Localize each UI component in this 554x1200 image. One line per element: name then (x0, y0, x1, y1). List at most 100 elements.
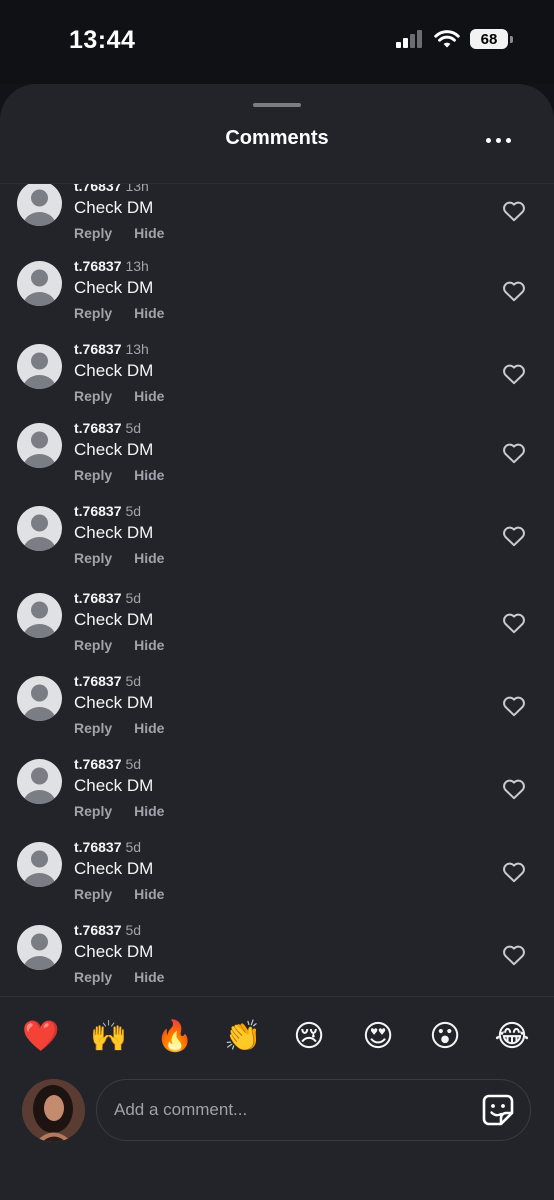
hide-button[interactable]: Hide (134, 467, 164, 483)
default-avatar-icon[interactable] (17, 925, 62, 970)
reply-button[interactable]: Reply (74, 388, 112, 404)
hide-button[interactable]: Hide (134, 969, 164, 985)
comment-username[interactable]: t.76837 (74, 673, 121, 689)
default-avatar-icon[interactable] (17, 593, 62, 638)
hide-button[interactable]: Hide (134, 720, 164, 736)
comment-username[interactable]: t.76837 (74, 590, 121, 606)
comment-meta: t.76837 5d (74, 503, 141, 519)
comment-text: Check DM (74, 278, 154, 297)
default-avatar-icon[interactable] (17, 676, 62, 721)
reply-button[interactable]: Reply (74, 225, 112, 241)
comment-timestamp: 13h (125, 258, 149, 274)
default-avatar-icon[interactable] (17, 759, 62, 804)
reply-button[interactable]: Reply (74, 886, 112, 902)
my-profile-avatar (22, 1079, 85, 1142)
sticker-icon[interactable] (481, 1093, 515, 1127)
heart-outline-icon[interactable] (502, 363, 526, 385)
heart-outline-icon[interactable] (502, 525, 526, 547)
comment-actions: Reply Hide (74, 467, 164, 483)
quick-reaction-emoji[interactable]: 👏 (221, 1015, 265, 1059)
quick-reaction-emoji[interactable]: 😍 (356, 1015, 400, 1059)
reply-button[interactable]: Reply (74, 550, 112, 566)
comment-username[interactable]: t.76837 (74, 922, 121, 938)
wifi-icon (434, 29, 460, 47)
comment-row[interactable]: t.76837 13h Check DM Reply Hide (0, 184, 554, 261)
comment-actions: Reply Hide (74, 550, 164, 566)
heart-outline-icon[interactable] (502, 695, 526, 717)
comment-text: Check DM (74, 693, 154, 712)
comment-username[interactable]: t.76837 (74, 503, 121, 519)
quick-reaction-emoji[interactable]: 😮 (423, 1015, 467, 1059)
reply-button[interactable]: Reply (74, 637, 112, 653)
quick-reaction-emoji[interactable]: 😢 (287, 1015, 331, 1059)
comment-row[interactable]: t.76837 5d Check DM Reply Hide (0, 839, 554, 922)
comment-row[interactable]: t.76837 5d Check DM Reply Hide (0, 756, 554, 839)
hide-button[interactable]: Hide (134, 886, 164, 902)
quick-reaction-emoji[interactable]: 🔥 (153, 1015, 197, 1059)
comment-row[interactable]: t.76837 5d Check DM Reply Hide (0, 503, 554, 586)
comment-row[interactable]: t.76837 5d Check DM Reply Hide (0, 673, 554, 756)
comment-actions: Reply Hide (74, 886, 164, 902)
more-dot (505, 137, 511, 143)
comment-input-wrapper (96, 1079, 531, 1141)
quick-reaction-emoji[interactable]: 🙌 (87, 1015, 131, 1059)
reply-button[interactable]: Reply (74, 305, 112, 321)
comment-actions: Reply Hide (74, 305, 164, 321)
comment-text: Check DM (74, 942, 154, 961)
comment-timestamp: 5d (125, 590, 142, 606)
sheet-grabber-handle[interactable] (253, 103, 301, 107)
comment-row[interactable]: t.76837 13h Check DM Reply Hide (0, 258, 554, 341)
status-icons: 68 (396, 29, 513, 49)
comment-username[interactable]: t.76837 (74, 184, 121, 194)
comment-timestamp: 13h (125, 184, 149, 194)
comments-sheet: Comments t.76837 13h Check DM Reply Hide t.76… (0, 84, 554, 1200)
heart-outline-icon[interactable] (502, 612, 526, 634)
comment-meta: t.76837 5d (74, 839, 141, 855)
comment-username[interactable]: t.76837 (74, 341, 121, 357)
comment-row[interactable]: t.76837 5d Check DM Reply Hide (0, 922, 554, 996)
heart-outline-icon[interactable] (502, 200, 526, 222)
comment-timestamp: 5d (125, 839, 142, 855)
more-horizontal-icon (485, 137, 491, 143)
comment-timestamp: 5d (125, 420, 142, 436)
hide-button[interactable]: Hide (134, 637, 164, 653)
comment-username[interactable]: t.76837 (74, 420, 121, 436)
default-avatar-icon[interactable] (17, 184, 62, 226)
comment-actions: Reply Hide (74, 225, 164, 241)
hide-button[interactable]: Hide (134, 550, 164, 566)
comment-text: Check DM (74, 523, 154, 542)
quick-reaction-emoji[interactable]: 😂 (490, 1015, 534, 1059)
default-avatar-icon[interactable] (17, 261, 62, 306)
more-options-button[interactable] (478, 128, 518, 152)
comment-row[interactable]: t.76837 13h Check DM Reply Hide (0, 341, 554, 424)
comment-row[interactable]: t.76837 5d Check DM Reply Hide (0, 590, 554, 673)
heart-outline-icon[interactable] (502, 442, 526, 464)
hide-button[interactable]: Hide (134, 305, 164, 321)
comment-input[interactable] (114, 1080, 464, 1140)
status-time: 13:44 (69, 26, 136, 54)
default-avatar-icon[interactable] (17, 423, 62, 468)
reply-button[interactable]: Reply (74, 720, 112, 736)
hide-button[interactable]: Hide (134, 388, 164, 404)
heart-outline-icon[interactable] (502, 944, 526, 966)
quick-reaction-emoji[interactable]: ❤️ (19, 1015, 63, 1059)
comment-username[interactable]: t.76837 (74, 756, 121, 772)
default-avatar-icon[interactable] (17, 842, 62, 887)
status-bar: 13:44 68 (0, 0, 554, 84)
comment-list[interactable]: t.76837 13h Check DM Reply Hide t.76837 13h Che… (0, 184, 554, 996)
reply-button[interactable]: Reply (74, 969, 112, 985)
heart-outline-icon[interactable] (502, 861, 526, 883)
comment-text: Check DM (74, 198, 154, 217)
hide-button[interactable]: Hide (134, 803, 164, 819)
comment-username[interactable]: t.76837 (74, 839, 121, 855)
heart-outline-icon[interactable] (502, 778, 526, 800)
heart-outline-icon[interactable] (502, 280, 526, 302)
comment-row[interactable]: t.76837 5d Check DM Reply Hide (0, 420, 554, 503)
default-avatar-icon[interactable] (17, 506, 62, 551)
reply-button[interactable]: Reply (74, 467, 112, 483)
comment-actions: Reply Hide (74, 803, 164, 819)
reply-button[interactable]: Reply (74, 803, 112, 819)
comment-username[interactable]: t.76837 (74, 258, 121, 274)
default-avatar-icon[interactable] (17, 344, 62, 389)
hide-button[interactable]: Hide (134, 225, 164, 241)
